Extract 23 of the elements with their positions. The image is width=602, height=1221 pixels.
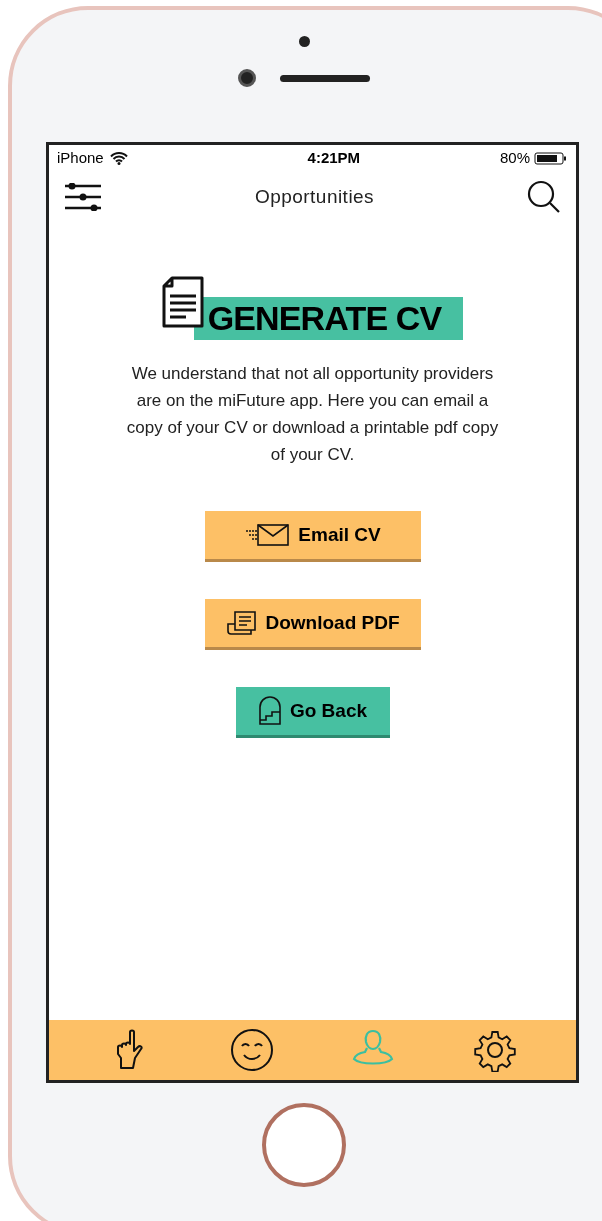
wifi-icon <box>109 151 128 165</box>
smiley-icon <box>229 1028 274 1072</box>
smiley-tab[interactable] <box>228 1027 275 1073</box>
camera-lens <box>238 69 256 87</box>
email-cv-button[interactable]: Email CV <box>204 511 421 562</box>
search-icon <box>527 180 561 214</box>
envelope-icon <box>244 523 291 547</box>
door-stairs-icon <box>257 696 282 726</box>
battery-icon <box>534 151 568 165</box>
document-icon <box>161 276 204 328</box>
banner-title: GENERATE CV <box>193 297 464 340</box>
document-scroll-icon <box>225 610 258 636</box>
carrier-name: iPhone <box>57 147 104 168</box>
screen-title: Opportunities <box>254 184 375 209</box>
sliders-icon <box>64 183 102 211</box>
battery-percent: 80% <box>499 147 530 168</box>
description-text: We understand that not all opportunity providers are on the miFuture app. Here you can email a copy of your CV or download a printable pdf copy of your CV. <box>125 363 500 466</box>
download-pdf-button[interactable]: Download PDF <box>204 599 421 650</box>
settings-icon <box>473 1028 518 1072</box>
search-button[interactable] <box>527 180 561 214</box>
filter-button[interactable] <box>64 183 102 211</box>
go-back-button[interactable]: Go Back <box>235 687 390 738</box>
status-time: 4:21PM <box>307 147 361 168</box>
